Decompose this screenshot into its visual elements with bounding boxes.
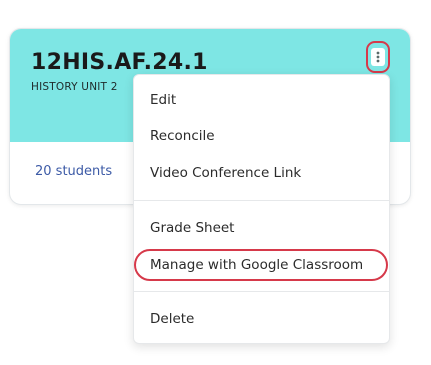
class-code: 12HIS.AF.24.1 [31,50,208,75]
menu-divider [134,291,389,292]
menu-item-grade-sheet[interactable]: Grade Sheet [134,213,389,243]
menu-item-delete[interactable]: Delete [134,304,389,334]
menu-divider [134,200,389,201]
menu-item-edit[interactable]: Edit [134,85,389,115]
student-count-link[interactable]: 20 students [35,164,112,179]
class-options-button[interactable] [366,41,390,73]
class-options-menu: Edit Reconcile Video Conference Link Gra… [133,74,390,344]
menu-item-manage-google-classroom[interactable]: Manage with Google Classroom [134,250,389,280]
menu-item-video-conference-link[interactable]: Video Conference Link [134,158,389,188]
class-subtitle: HISTORY UNIT 2 [31,81,118,93]
menu-item-reconcile[interactable]: Reconcile [134,121,389,151]
vertical-ellipsis-icon [371,48,385,66]
